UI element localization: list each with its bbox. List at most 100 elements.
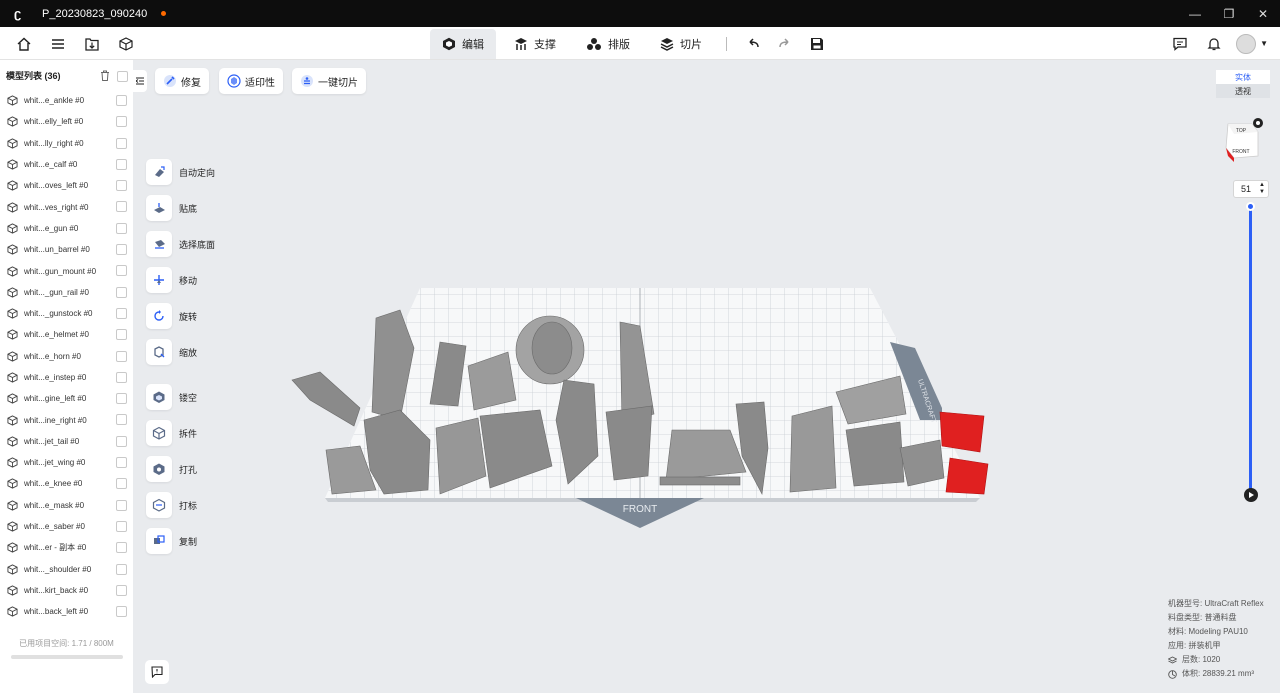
list-item[interactable]: whit...elly_left #0 [0,111,133,132]
model-checkbox[interactable] [116,244,127,256]
close-button[interactable]: ✕ [1246,0,1280,27]
model-checkbox[interactable] [116,393,127,405]
model-part[interactable] [845,421,905,487]
list-item[interactable]: whit...un_barrel #0 [0,239,133,260]
home-icon[interactable] [12,32,36,56]
tab-support[interactable]: 支撑 [502,29,568,59]
model-checkbox[interactable] [116,307,127,319]
user-avatar[interactable] [1236,33,1257,54]
model-checkbox[interactable] [116,478,127,490]
list-item[interactable]: whit...back_left #0 [0,601,133,622]
layer-stepper-icon[interactable]: ▲ ▼ [1259,182,1265,196]
model-checkbox[interactable] [116,435,127,447]
model-checkbox[interactable] [116,137,127,149]
import-file-icon[interactable] [80,32,104,56]
model-part[interactable] [291,371,361,427]
tool-punch-hole[interactable]: 打孔 [146,456,266,482]
layer-slider-handle[interactable] [1246,202,1255,211]
tool-hollow[interactable]: 镂空 [146,384,266,410]
list-item[interactable]: whit..._gunstock #0 [0,303,133,324]
list-item[interactable]: whit...ine_right #0 [0,409,133,430]
tool-move[interactable]: 移动 [146,267,266,293]
feedback-button[interactable] [145,660,169,684]
view-mode-perspective[interactable]: 透视 [1216,84,1270,98]
tool-label[interactable]: 打标 [146,492,266,518]
selected-model-part[interactable] [939,411,985,453]
model-checkbox[interactable] [116,414,127,426]
list-item[interactable]: whit...e_calf #0 [0,154,133,175]
helmet-visor[interactable] [531,321,573,375]
list-item[interactable]: whit...gine_left #0 [0,388,133,409]
redo-icon[interactable] [773,32,797,56]
model-checkbox[interactable] [116,371,127,383]
list-item[interactable]: whit...e_helmet #0 [0,324,133,345]
model-checkbox[interactable] [116,542,127,554]
model-part[interactable] [659,476,741,486]
model-part[interactable] [605,405,653,481]
list-item[interactable]: whit..._shoulder #0 [0,559,133,580]
list-item[interactable]: whit...e_knee #0 [0,473,133,494]
tool-split[interactable]: 拆件 [146,420,266,446]
model-checkbox[interactable] [116,265,127,277]
list-item[interactable]: whit...e_mask #0 [0,495,133,516]
model-part[interactable] [789,405,837,493]
list-item[interactable]: whit...er - 副本 #0 [0,537,133,558]
minimize-button[interactable]: — [1178,0,1212,27]
repair-button[interactable]: 修复 [155,68,209,94]
list-item[interactable]: whit...e_ankle #0 [0,90,133,111]
tab-slice[interactable]: 切片 [648,29,714,59]
tool-select-bottom[interactable]: 选择底面 [146,231,266,257]
tool-duplicate[interactable]: 复制 [146,528,266,554]
view-mode-solid[interactable]: 实体 [1216,70,1270,84]
model-part[interactable] [899,439,945,487]
model-checkbox[interactable] [116,222,127,234]
list-item[interactable]: whit...ves_right #0 [0,196,133,217]
view-cube[interactable]: TOP FRONT [1222,118,1264,164]
model-checkbox[interactable] [116,95,127,106]
model-checkbox[interactable] [116,158,127,170]
play-layers-button[interactable] [1244,488,1258,502]
chevron-down-icon[interactable]: ▼ [1260,39,1268,48]
list-item[interactable]: whit...jet_wing #0 [0,452,133,473]
notification-bell-icon[interactable] [1202,32,1226,56]
tab-edit[interactable]: 编辑 [430,28,496,59]
list-menu-icon[interactable] [46,32,70,56]
model-checkbox[interactable] [116,606,127,618]
add-model-cube-icon[interactable] [114,32,138,56]
model-checkbox[interactable] [116,457,127,469]
tool-lay-flat[interactable]: 贴底 [146,195,266,221]
collapse-panel-button[interactable] [133,70,147,92]
tab-layout[interactable]: 排版 [574,29,642,59]
list-item[interactable]: whit...e_saber #0 [0,516,133,537]
list-item[interactable]: whit...e_instep #0 [0,367,133,388]
tool-scale[interactable]: 缩放 [146,339,266,365]
list-item[interactable]: whit...kirt_back #0 [0,580,133,601]
build-plate-viewport[interactable]: ULTRACRAFT FRONT [280,280,1000,540]
model-checkbox[interactable] [116,520,127,532]
model-checkbox[interactable] [116,286,127,298]
selected-model-part[interactable] [945,457,989,495]
layer-slider-track[interactable] [1249,206,1252,490]
one-click-slice-button[interactable]: 一键切片 [292,68,366,94]
list-item[interactable]: whit...e_gun #0 [0,218,133,239]
model-checkbox[interactable] [116,180,127,192]
trash-icon[interactable] [100,70,110,81]
model-checkbox[interactable] [116,350,127,362]
list-item[interactable]: whit...gun_mount #0 [0,260,133,281]
model-checkbox[interactable] [116,201,127,213]
undo-icon[interactable] [741,32,765,56]
list-item[interactable]: whit...jet_tail #0 [0,431,133,452]
save-icon[interactable] [805,32,829,56]
printability-button[interactable]: 适印性 [219,68,283,94]
select-all-checkbox[interactable] [117,71,128,82]
list-item[interactable]: whit...oves_left #0 [0,175,133,196]
maximize-button[interactable]: ❐ [1212,0,1246,27]
layer-input[interactable]: 51 ▲ ▼ [1233,180,1269,198]
message-icon[interactable] [1168,32,1192,56]
model-checkbox[interactable] [116,584,127,596]
model-checkbox[interactable] [116,116,127,128]
tool-rotate[interactable]: 旋转 [146,303,266,329]
list-item[interactable]: whit..._gun_rail #0 [0,282,133,303]
model-checkbox[interactable] [116,563,127,575]
list-item[interactable]: whit...lly_right #0 [0,133,133,154]
